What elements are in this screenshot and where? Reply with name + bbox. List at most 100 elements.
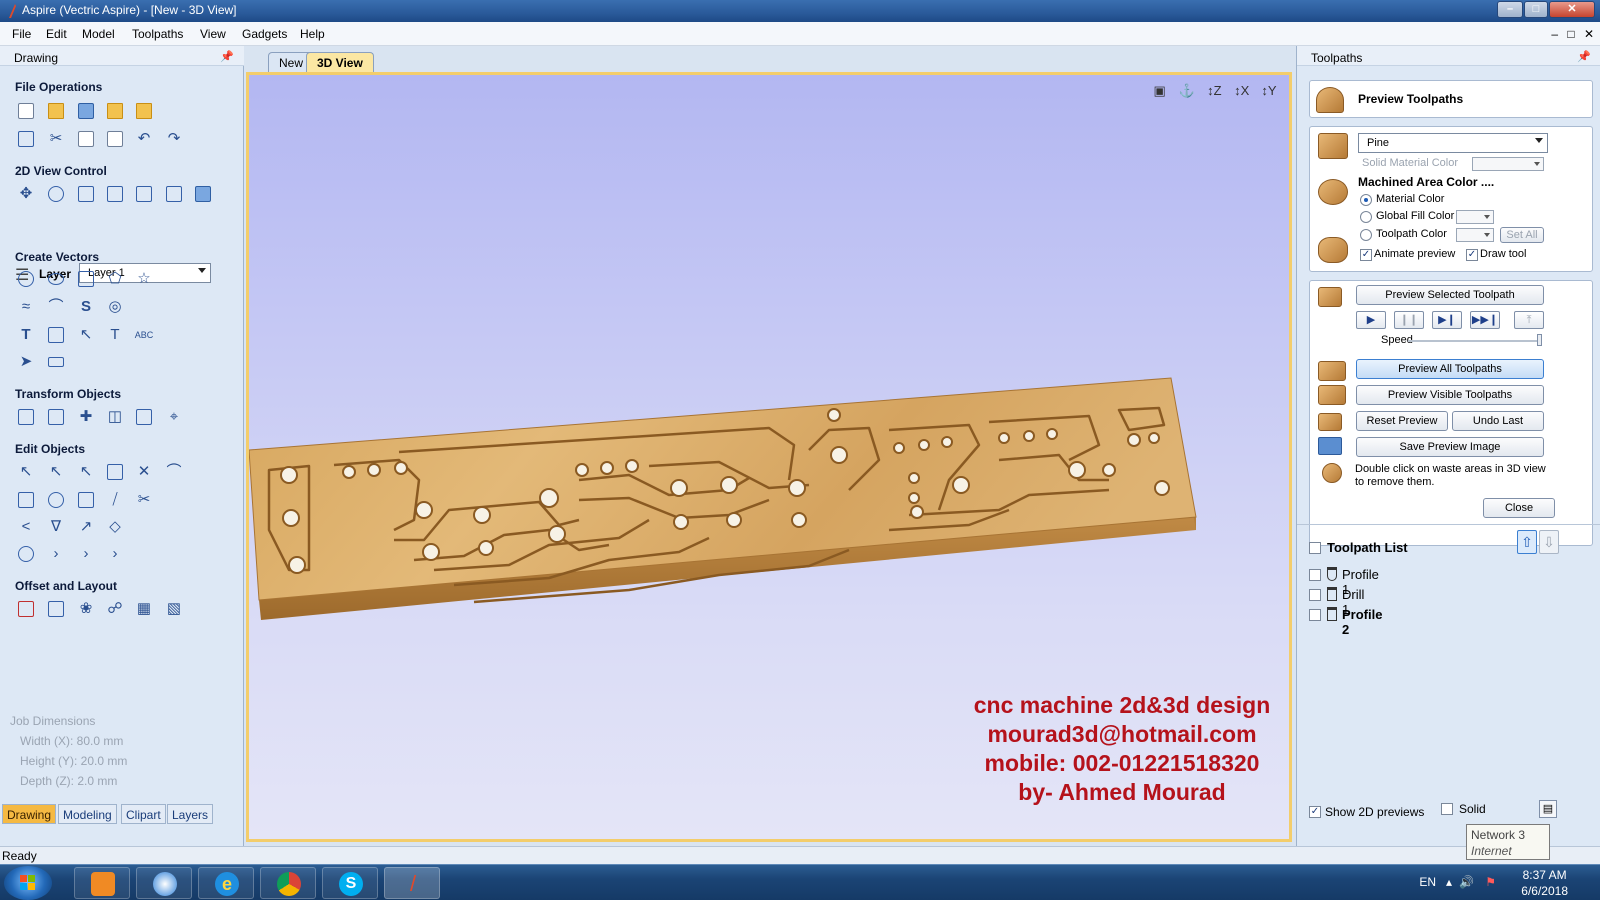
fillet-icon[interactable]: ∇	[45, 516, 67, 538]
measure-icon[interactable]	[45, 351, 67, 373]
radio-material-color[interactable]	[1360, 194, 1372, 206]
taskbar-chrome[interactable]	[260, 867, 316, 899]
pin-icon[interactable]: 📌	[220, 50, 234, 63]
select-icon[interactable]: ↖	[15, 461, 37, 483]
menu-gadgets[interactable]: Gadgets	[242, 27, 287, 41]
taskbar-internet-explorer[interactable]: e	[198, 867, 254, 899]
menu-model[interactable]: Model	[82, 27, 115, 41]
global-fill-color-select[interactable]	[1456, 210, 1494, 224]
close-vector-icon[interactable]	[15, 543, 37, 565]
toolpath-summary-icon[interactable]: ▤	[1539, 800, 1557, 818]
undo-last-button[interactable]: Undo Last	[1452, 411, 1544, 431]
polyline-icon[interactable]: ≈	[15, 296, 37, 318]
toolpath-list-checkbox[interactable]	[1309, 542, 1321, 554]
copy-icon[interactable]	[75, 128, 97, 150]
preview-all-button[interactable]: Preview All Toolpaths	[1356, 359, 1544, 379]
volume-icon[interactable]: 🔊	[1459, 875, 1474, 889]
draw-tool-checkbox[interactable]: ✓	[1466, 249, 1478, 261]
material-select[interactable]: Pine	[1358, 133, 1548, 153]
cut-icon[interactable]: ✂	[45, 128, 67, 150]
paste-icon[interactable]	[104, 128, 126, 150]
text-icon[interactable]: T	[15, 324, 37, 346]
tab-layers[interactable]: Layers	[167, 804, 214, 824]
solid-material-color-select[interactable]	[1472, 157, 1544, 171]
iso-view-icon[interactable]: ⚓	[1177, 83, 1197, 103]
node-edit-icon[interactable]: ↖	[45, 461, 67, 483]
ellipse-icon[interactable]	[45, 268, 67, 290]
zoom-box-icon[interactable]	[104, 183, 126, 205]
offset-icon[interactable]	[15, 598, 37, 620]
minimize-button[interactable]: –	[1497, 1, 1523, 18]
circular-array-icon[interactable]: ❀	[75, 598, 97, 620]
toolpath-checkbox[interactable]	[1309, 609, 1321, 621]
text-arc-icon[interactable]: ABC	[133, 324, 155, 346]
star-icon[interactable]: ☆	[133, 268, 155, 290]
menu-file[interactable]: File	[12, 27, 31, 41]
3d-viewport[interactable]: ▣ ⚓ ↕Z ↕X ↕Y cnc machine 2d&3d design mo…	[246, 72, 1292, 842]
view-x-icon[interactable]: ↕X	[1232, 83, 1252, 103]
ungroup-icon[interactable]: ✕	[133, 461, 155, 483]
move-down-icon[interactable]: ⇩	[1539, 530, 1559, 554]
menu-help[interactable]: Help	[300, 27, 325, 41]
preview-selected-button[interactable]: Preview Selected Toolpath	[1356, 285, 1544, 305]
play-icon[interactable]: ▶	[1356, 311, 1386, 329]
taskbar-skype[interactable]: S	[322, 867, 378, 899]
grid-icon[interactable]	[163, 183, 185, 205]
open-file-icon[interactable]	[45, 100, 67, 122]
mdi-minimize-button[interactable]: –	[1551, 27, 1558, 41]
solid-checkbox[interactable]	[1441, 803, 1453, 815]
job-setup-icon[interactable]	[15, 128, 37, 150]
move-icon[interactable]	[15, 406, 37, 428]
taskbar-media-player[interactable]	[74, 867, 130, 899]
join-alt-icon[interactable]: ›	[75, 543, 97, 565]
fit-all-icon[interactable]: ▣	[1150, 83, 1170, 103]
step-icon[interactable]: ▶❙	[1432, 311, 1462, 329]
spiral-icon[interactable]: ◎	[104, 296, 126, 318]
reset-preview-button[interactable]: Reset Preview	[1356, 411, 1448, 431]
mdi-restore-button[interactable]: □	[1567, 27, 1574, 41]
move-up-icon[interactable]: ⇧	[1517, 530, 1537, 554]
zoom-icon[interactable]	[45, 183, 67, 205]
extend-icon[interactable]: ↗	[75, 516, 97, 538]
rectangle-icon[interactable]	[75, 268, 97, 290]
tray-expand-icon[interactable]: ▴	[1446, 875, 1452, 889]
save-file-icon[interactable]	[75, 100, 97, 122]
undo-icon[interactable]: ↶	[133, 128, 155, 150]
array-copy-icon[interactable]	[45, 598, 67, 620]
stop-icon[interactable]: ⤒	[1514, 311, 1544, 329]
taskbar-aspire[interactable]: /	[384, 867, 440, 899]
fit-curve-icon[interactable]: ◇	[104, 516, 126, 538]
toolpath-checkbox[interactable]	[1309, 589, 1321, 601]
view-z-icon[interactable]: ↕Z	[1204, 83, 1224, 103]
trim-icon[interactable]: ⧸	[104, 489, 126, 511]
pin-icon[interactable]: 📌	[1577, 50, 1591, 63]
speed-slider[interactable]	[1408, 340, 1542, 342]
subtract-icon[interactable]	[45, 489, 67, 511]
grid-array-icon[interactable]: ▦	[133, 598, 155, 620]
circle-icon[interactable]	[15, 268, 37, 290]
network-warning-icon[interactable]: ⚑	[1485, 875, 1496, 889]
nesting-icon[interactable]: ▧	[163, 598, 185, 620]
scale-icon[interactable]	[45, 406, 67, 428]
import-vectors-icon[interactable]	[104, 100, 126, 122]
clock[interactable]: 8:37 AM 6/6/2018	[1521, 867, 1568, 899]
set-origin-icon[interactable]: ⌖	[163, 406, 185, 428]
close-button[interactable]: ✕	[1549, 1, 1595, 18]
view-toggle-icon[interactable]	[133, 183, 155, 205]
intersect-icon[interactable]	[75, 489, 97, 511]
align-icon[interactable]: ✚	[75, 406, 97, 428]
close-preview-button[interactable]: Close	[1483, 498, 1555, 518]
mdi-close-button[interactable]: ✕	[1584, 27, 1594, 41]
pan-icon[interactable]: ✥	[15, 183, 37, 205]
spiral-s-icon[interactable]: S	[75, 296, 97, 318]
interactive-select-icon[interactable]: ↖	[75, 461, 97, 483]
radio-toolpath-color[interactable]	[1360, 229, 1372, 241]
animate-preview-checkbox[interactable]: ✓	[1360, 249, 1372, 261]
distort-icon[interactable]	[133, 406, 155, 428]
mirror-icon[interactable]: ◫	[104, 406, 126, 428]
auto-layout-text-icon[interactable]: T	[104, 324, 126, 346]
pause-icon[interactable]: ❙❙	[1394, 311, 1424, 329]
tab-drawing[interactable]: Drawing	[2, 804, 57, 824]
menu-edit[interactable]: Edit	[46, 27, 67, 41]
copy-along-icon[interactable]: ☍	[104, 598, 126, 620]
